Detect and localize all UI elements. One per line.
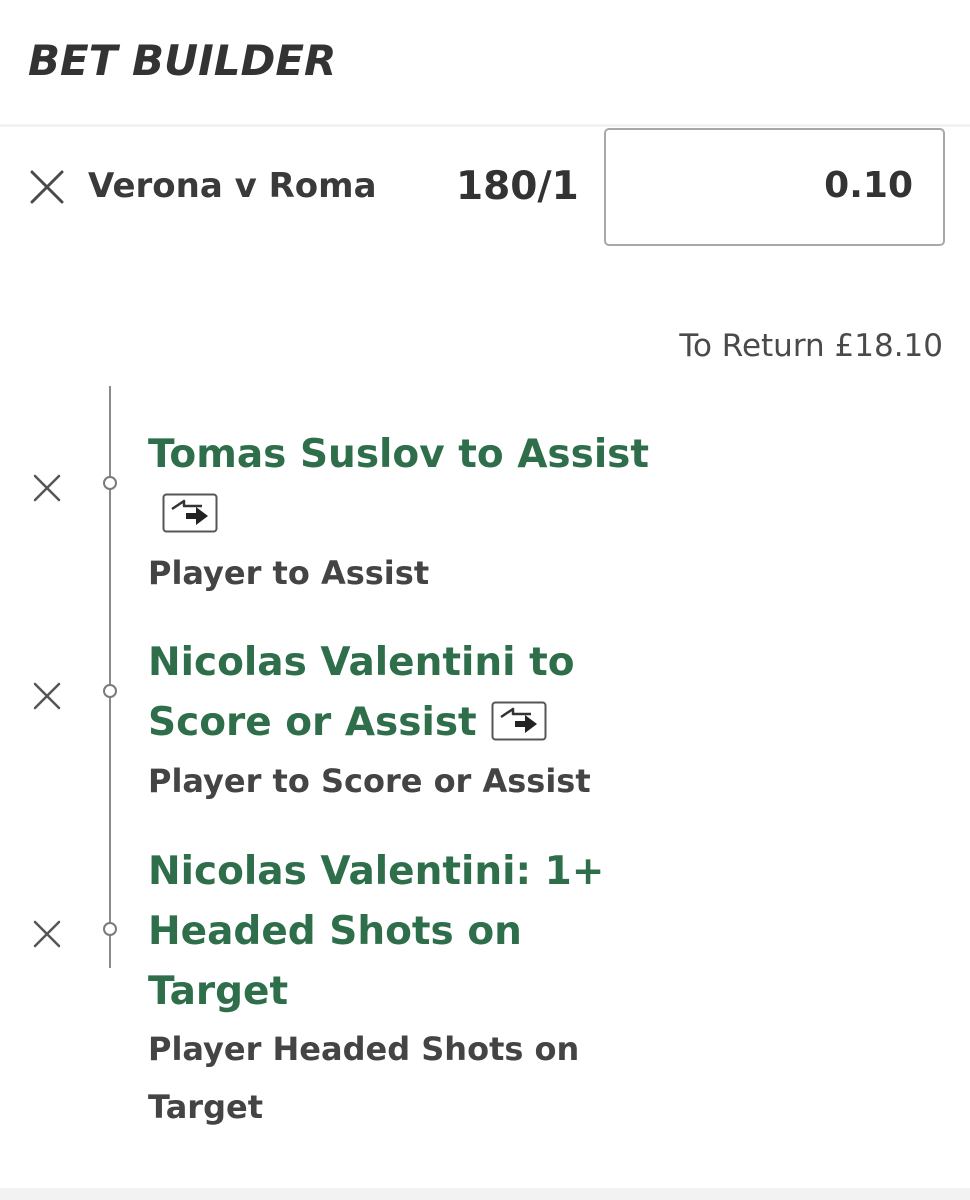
bet-odds: 180/1 [456,164,579,209]
header-divider [0,124,970,127]
remove-leg-close-icon[interactable] [33,474,61,502]
swap-icon[interactable] [491,701,547,741]
leg-market: Player Headed Shots on Target [148,1030,580,1126]
footer-divider [0,1188,970,1200]
to-return-text: To Return £18.10 [679,328,943,364]
leg-market: Player to Assist [148,554,430,592]
remove-bet-close-icon[interactable] [30,170,64,204]
leg-title: Nicolas Valentini to Score or Assist [148,633,688,753]
timeline-line [109,386,111,968]
remove-leg-close-icon[interactable] [33,920,61,948]
remove-leg-close-icon[interactable] [33,682,61,710]
timeline-node [103,684,117,698]
page-title: BET BUILDER [28,36,337,85]
bet-builder-header: BET BUILDER [0,0,970,127]
leg-market: Player to Score or Assist [148,762,591,800]
swap-icon[interactable] [162,493,218,533]
timeline-node [103,922,117,936]
leg-title: Nicolas Valentini: 1+ Headed Shots on Ta… [148,849,605,1014]
match-name: Verona v Roma [88,166,377,206]
stake-input[interactable]: 0.10 [604,128,945,246]
leg-title: Tomas Suslov to Assist [148,425,688,545]
timeline-node [103,476,117,490]
stake-value: 0.10 [824,165,913,206]
leg-title-text: Tomas Suslov to Assist [148,432,650,477]
